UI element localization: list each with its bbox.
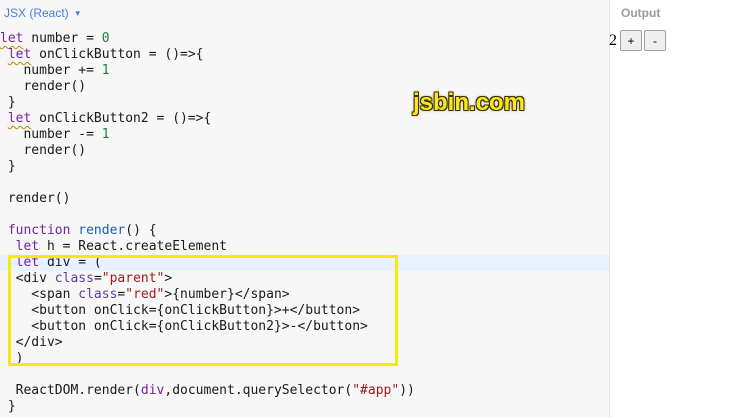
code-token: let [15,255,40,270]
code-token: () { [125,223,157,238]
code-token: } [0,159,16,174]
code-token: </div> [0,335,63,350]
code-line[interactable]: } [0,95,16,111]
code-token: function [7,223,71,238]
code-token: 1 [101,63,110,78]
code-token: let [7,47,32,62]
code-token: div = ( [39,255,102,270]
code-token: number = [23,31,102,46]
code-line[interactable]: render() [0,79,86,95]
code-line[interactable]: <div class="parent"> [0,271,173,287]
code-token: } [0,95,16,110]
code-token: <button onClick={onClickButton2}>-</butt… [0,319,368,334]
chevron-down-icon: ▼ [73,8,82,18]
code-line[interactable]: <button onClick={onClickButton}>+</butto… [0,303,360,319]
code-line[interactable]: number += 1 [0,63,110,79]
code-editor[interactable]: JSX (React) ▼ let number = 0 let onClick… [0,0,609,417]
code-token: let [0,31,24,46]
code-line[interactable]: let onClickButton = ()=>{ [0,47,204,63]
code-token: onClickButton = ()=>{ [31,47,204,62]
code-token: 1 [101,127,110,142]
code-line[interactable]: let number = 0 [0,31,110,47]
code-token: <span [0,287,79,302]
code-token: )) [399,383,415,398]
plus-button[interactable]: + [620,30,642,51]
output-area: 2 + - [609,30,666,51]
code-token: let [7,111,32,126]
code-token: <button onClick={onClickButton}>+</butto… [0,303,361,318]
code-line[interactable]: let div = ( [0,255,102,271]
code-token: >{number}</span> [164,287,290,302]
code-line[interactable]: render() [0,143,86,159]
code-line[interactable]: render() [0,191,71,207]
code-token: ,document.querySelector( [164,383,353,398]
code-token: } [0,399,16,414]
code-token: 0 [101,31,110,46]
code-token: "#app" [352,383,400,398]
panel-language-label: JSX (React) [4,6,69,20]
code-token: class [54,271,94,286]
code-token: let [15,239,40,254]
minus-button[interactable]: - [644,30,666,51]
panel-divider[interactable] [609,0,610,417]
code-line[interactable]: </div> [0,335,63,351]
watermark-text: jsbin.com [413,89,526,116]
code-token: ReactDOM.render( [0,383,141,398]
code-token: h = React.createElement [39,239,227,254]
code-token: number += [0,63,102,78]
code-token: "red" [125,287,165,302]
code-line[interactable]: } [0,159,16,175]
code-line[interactable]: } [0,399,16,415]
code-token: render() [0,191,71,206]
code-token: render() [0,79,87,94]
code-token: ) [0,351,24,366]
code-line[interactable]: let h = React.createElement [0,239,227,255]
panel-language-selector[interactable]: JSX (React) ▼ [4,6,82,20]
code-line[interactable]: ) [0,351,24,367]
code-token: render() [0,143,87,158]
code-line[interactable]: number -= 1 [0,127,110,143]
code-token: onClickButton2 = ()=>{ [31,111,212,126]
code-line[interactable]: function render() { [0,223,157,239]
code-line[interactable]: ReactDOM.render(div,document.querySelect… [0,383,415,399]
code-token: > [164,271,173,286]
code-token: render [78,223,126,238]
output-panel-label: Output [621,6,661,20]
code-line[interactable]: <span class="red">{number}</span> [0,287,290,303]
code-token: = [93,271,102,286]
code-line[interactable]: <button onClick={onClickButton2}>-</butt… [0,319,368,335]
output-number: 2 [609,31,617,49]
code-token: div [140,383,165,398]
code-token: class [78,287,118,302]
code-token: "parent" [101,271,165,286]
code-token: <div [0,271,55,286]
code-line[interactable]: let onClickButton2 = ()=>{ [0,111,212,127]
code-token: number -= [0,127,102,142]
